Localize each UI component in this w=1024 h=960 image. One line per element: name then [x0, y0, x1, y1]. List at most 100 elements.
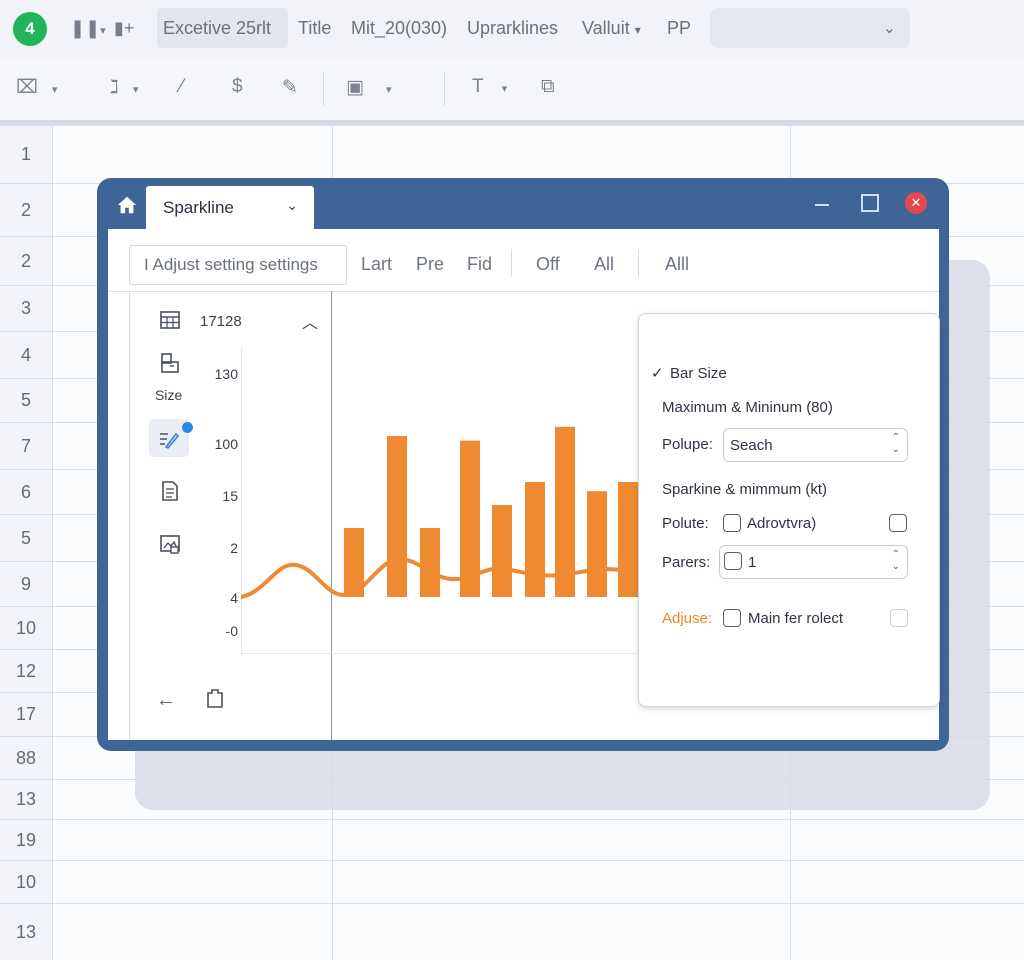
menu-item-valluit[interactable]: Valluit ▾: [582, 18, 641, 39]
row-line: [0, 819, 1024, 820]
sparkline-chart[interactable]: [241, 347, 661, 653]
row-header[interactable]: 6: [0, 482, 52, 503]
toolbar-divider: [323, 72, 324, 106]
dialog-tab-sparkline[interactable]: Sparkline ⌄: [146, 186, 314, 229]
image-export-icon[interactable]: [159, 533, 181, 555]
row-header[interactable]: 7: [0, 436, 52, 457]
dialog-body: I Adjust setting settings Lart Pre Fid O…: [108, 229, 940, 740]
menu-item-file[interactable]: Excetive 25rlt: [163, 18, 271, 39]
polute-value: Adrovtvra): [747, 515, 817, 532]
row-header[interactable]: 5: [0, 390, 52, 411]
bar-size-popover: ✓ Bar Size Maximum & Mininum (80) Polupe…: [638, 313, 940, 707]
insert-icon[interactable]: ▮+: [114, 18, 134, 39]
dollar-icon[interactable]: $: [232, 76, 243, 98]
menu-item-valluit-label: Valluit: [582, 18, 630, 38]
stepper-icon[interactable]: ⌃ ⌄: [892, 432, 900, 456]
home-icon[interactable]: [116, 194, 138, 216]
minimize-button[interactable]: [812, 192, 832, 214]
polute-checkbox[interactable]: [723, 514, 741, 532]
adjust-label: Adjuse:: [662, 610, 713, 627]
text-icon[interactable]: T ▾: [472, 76, 507, 98]
chevron-up-icon[interactable]: ︿: [302, 309, 318, 333]
row-header[interactable]: 2: [0, 200, 52, 221]
document-icon[interactable]: [159, 480, 181, 502]
line-tool-icon[interactable]: ⁄: [180, 76, 183, 98]
top-dropdown[interactable]: ⌄: [710, 8, 910, 48]
tab-pre[interactable]: Pre: [416, 254, 444, 275]
row-header[interactable]: 13: [0, 789, 52, 810]
y-tick-label: -0: [225, 623, 238, 639]
edit-sparkline-icon[interactable]: [158, 428, 180, 450]
polupe-select[interactable]: Seach ⌃ ⌄: [723, 428, 908, 462]
toolbar: ⌧ ▾ ℷ ▾ ⁄ $ ✎ ▣ ▾ T ▾ ⧉: [0, 58, 1024, 125]
main-project-checkbox[interactable]: [723, 609, 741, 627]
parers-stepper[interactable]: 1 ⌃ ⌄: [719, 545, 908, 579]
bar-size-title: Bar Size: [670, 365, 727, 382]
stepper-icon[interactable]: ⌃ ⌄: [892, 549, 900, 573]
tab-fid[interactable]: Fid: [467, 254, 492, 275]
close-button[interactable]: ✕: [905, 192, 927, 214]
parers-value: 1: [748, 554, 757, 571]
row-header[interactable]: 88: [0, 748, 52, 769]
chart-bar: [587, 491, 607, 597]
pen-icon[interactable]: ✎: [282, 76, 298, 99]
size-icon[interactable]: [159, 352, 181, 374]
toolbar-divider: [444, 72, 445, 106]
menu-item-mit[interactable]: Mit_20(030): [351, 18, 447, 39]
tab-divider: [511, 249, 512, 277]
polupe-label: Polupe:: [662, 436, 713, 453]
row-header[interactable]: 19: [0, 830, 52, 851]
adjust-settings-tab[interactable]: I Adjust setting settings: [129, 245, 347, 285]
row-header[interactable]: 5: [0, 528, 52, 549]
sparkline-min-label: Sparkine & mimmum (kt): [662, 481, 828, 498]
y-tick-label: 100: [214, 436, 238, 452]
tab-off[interactable]: Off: [536, 254, 560, 275]
menu-item-sparklines[interactable]: Uprarklines: [467, 18, 558, 39]
tab-lart[interactable]: Lart: [361, 254, 392, 275]
tab-all[interactable]: All: [594, 254, 614, 275]
check-icon: ✓: [651, 365, 664, 382]
row-header[interactable]: 12: [0, 661, 52, 682]
parers-label: Parers:: [662, 554, 711, 571]
chart-bar: [492, 505, 512, 597]
function-icon[interactable]: ℷ ▾: [110, 76, 138, 99]
menu-bar: 4 ❚❚▾ ▮+ Excetive 25rlt Title Mit_20(030…: [0, 0, 1024, 59]
chevron-down-icon: ⌄: [286, 197, 298, 213]
y-tick-label: 15: [222, 488, 238, 504]
inner-tab-bar: I Adjust setting settings Lart Pre Fid O…: [108, 229, 939, 292]
maximize-button[interactable]: [861, 194, 879, 212]
app-badge[interactable]: 4: [13, 12, 47, 46]
row-header[interactable]: 3: [0, 298, 52, 319]
copy-icon[interactable]: ⧉: [541, 76, 555, 98]
chart-bar: [525, 482, 545, 597]
main-project-label: Main fer rolect: [748, 610, 844, 627]
chart-bar: [420, 528, 440, 597]
row-header[interactable]: 2: [0, 251, 52, 272]
pause-icon[interactable]: ❚❚▾: [70, 18, 106, 39]
row-header[interactable]: 4: [0, 345, 52, 366]
max-min-label: Maximum & Mininum (80): [662, 399, 833, 416]
chart-bar: [387, 436, 407, 597]
size-label: Size: [155, 387, 183, 403]
row-header[interactable]: 10: [0, 872, 52, 893]
fill-color-icon[interactable]: ▣ ▾: [346, 76, 391, 99]
tab-alll[interactable]: Alll: [665, 254, 689, 275]
notification-dot: [182, 422, 193, 433]
format-brush-icon[interactable]: ⌧ ▾: [16, 76, 57, 99]
menu-item-pp[interactable]: PP: [667, 18, 691, 39]
menu-item-title[interactable]: Title: [298, 18, 331, 39]
tab-divider: [638, 249, 639, 277]
row-line: [0, 860, 1024, 861]
adjust-extra-checkbox[interactable]: [890, 609, 908, 627]
row-header[interactable]: 17: [0, 704, 52, 725]
y-tick-label: 130: [214, 366, 238, 382]
page-icon[interactable]: [204, 687, 226, 709]
parers-checkbox[interactable]: [724, 552, 742, 570]
row-header[interactable]: 13: [0, 922, 52, 943]
row-header[interactable]: 1: [0, 144, 52, 165]
row-header[interactable]: 9: [0, 574, 52, 595]
row-header[interactable]: 10: [0, 618, 52, 639]
polute-extra-checkbox[interactable]: [889, 514, 907, 532]
table-icon[interactable]: [159, 309, 181, 331]
back-arrow-icon[interactable]: ←: [156, 689, 176, 712]
